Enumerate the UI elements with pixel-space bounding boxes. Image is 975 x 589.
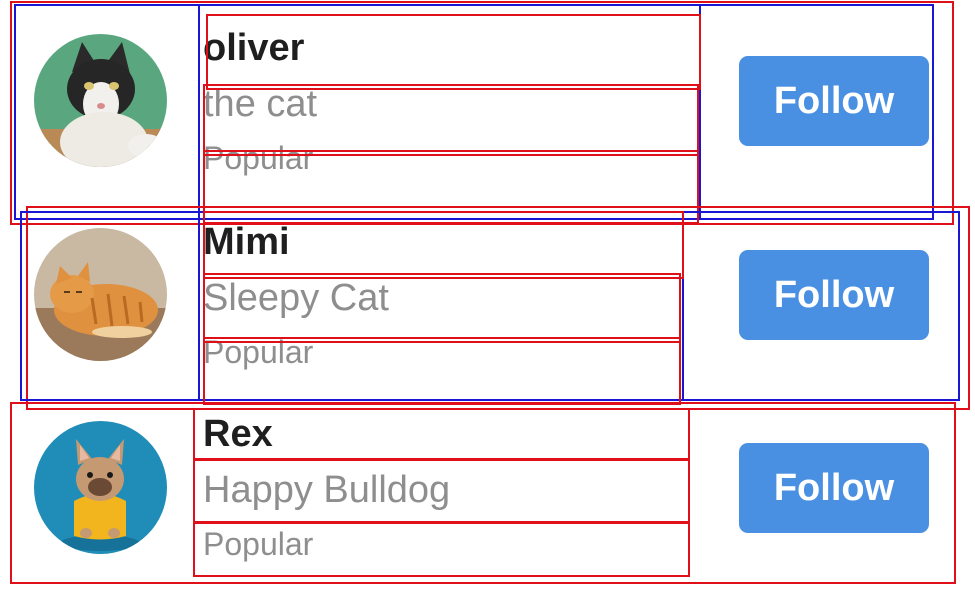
user-tag: Popular bbox=[203, 526, 314, 562]
user-subtitle: Happy Bulldog bbox=[203, 469, 451, 511]
follow-button[interactable]: Follow bbox=[739, 250, 929, 340]
user-name: Rex bbox=[203, 413, 273, 455]
avatar bbox=[34, 34, 167, 167]
user-subtitle: the cat bbox=[203, 83, 318, 125]
list-item: Rex Happy Bulldog Popular Follow bbox=[0, 400, 975, 589]
user-tag: Popular bbox=[203, 334, 314, 370]
list-item: Mimi Sleepy Cat Popular Follow bbox=[0, 200, 975, 400]
user-name: oliver bbox=[203, 27, 305, 69]
avatar bbox=[34, 421, 167, 554]
avatar bbox=[34, 228, 167, 361]
user-subtitle: Sleepy Cat bbox=[203, 277, 389, 319]
user-tag: Popular bbox=[203, 140, 314, 176]
follow-button[interactable]: Follow bbox=[739, 56, 929, 146]
follow-button[interactable]: Follow bbox=[739, 443, 929, 533]
user-list: oliver the cat Popular Follow Mimi Sleep… bbox=[0, 0, 975, 589]
list-item: oliver the cat Popular Follow bbox=[0, 0, 975, 200]
user-name: Mimi bbox=[203, 221, 290, 263]
